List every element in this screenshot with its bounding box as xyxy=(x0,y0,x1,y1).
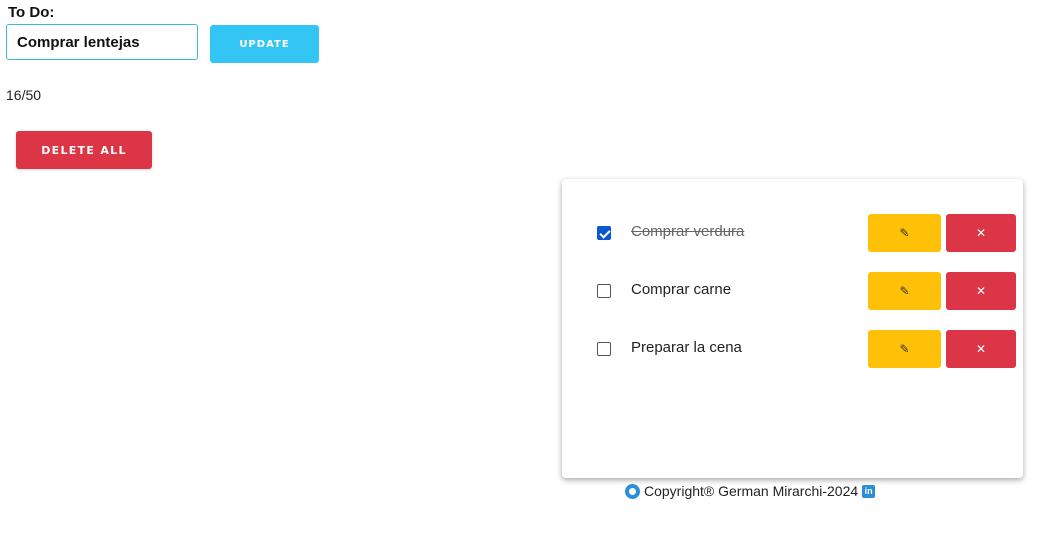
remove-button[interactable]: ✕ xyxy=(946,330,1016,368)
delete-all-button[interactable]: DELETE ALL xyxy=(16,131,152,169)
github-icon[interactable] xyxy=(625,483,640,499)
todo-input[interactable] xyxy=(6,24,198,60)
task-text: Comprar verdura xyxy=(631,223,745,240)
task-row: Comprar verdura ✎ ✕ xyxy=(562,214,1023,252)
update-button[interactable]: UPDATE xyxy=(210,25,319,63)
task-checkbox[interactable] xyxy=(597,226,611,240)
close-icon: ✕ xyxy=(975,342,987,356)
edit-button[interactable]: ✎ xyxy=(868,214,941,252)
pencil-icon: ✎ xyxy=(899,226,910,240)
task-row: Preparar la cena ✎ ✕ xyxy=(562,330,1023,368)
edit-button[interactable]: ✎ xyxy=(868,330,941,368)
task-list-card: Comprar verdura ✎ ✕ Comprar carne ✎ ✕ Pr… xyxy=(562,179,1023,478)
edit-button[interactable]: ✎ xyxy=(868,272,941,310)
footer: Copyright® German Mirarchi-2024 in xyxy=(625,483,876,499)
linkedin-icon[interactable]: in xyxy=(862,484,876,498)
task-checkbox[interactable] xyxy=(597,342,611,356)
remove-button[interactable]: ✕ xyxy=(946,214,1016,252)
close-icon: ✕ xyxy=(975,226,987,240)
page: To Do: UPDATE 16/50 DELETE ALL Comprar v… xyxy=(0,0,1064,533)
pencil-icon: ✎ xyxy=(899,342,910,356)
task-row: Comprar carne ✎ ✕ xyxy=(562,272,1023,310)
task-checkbox[interactable] xyxy=(597,284,611,298)
task-text: Preparar la cena xyxy=(631,339,742,356)
todo-title: To Do: xyxy=(8,4,55,21)
task-text: Comprar carne xyxy=(631,281,732,298)
remove-button[interactable]: ✕ xyxy=(946,272,1016,310)
close-icon: ✕ xyxy=(975,284,987,298)
copyright-text: Copyright® German Mirarchi-2024 xyxy=(644,483,859,499)
task-counter: 16/50 xyxy=(6,87,42,103)
pencil-icon: ✎ xyxy=(899,284,910,298)
